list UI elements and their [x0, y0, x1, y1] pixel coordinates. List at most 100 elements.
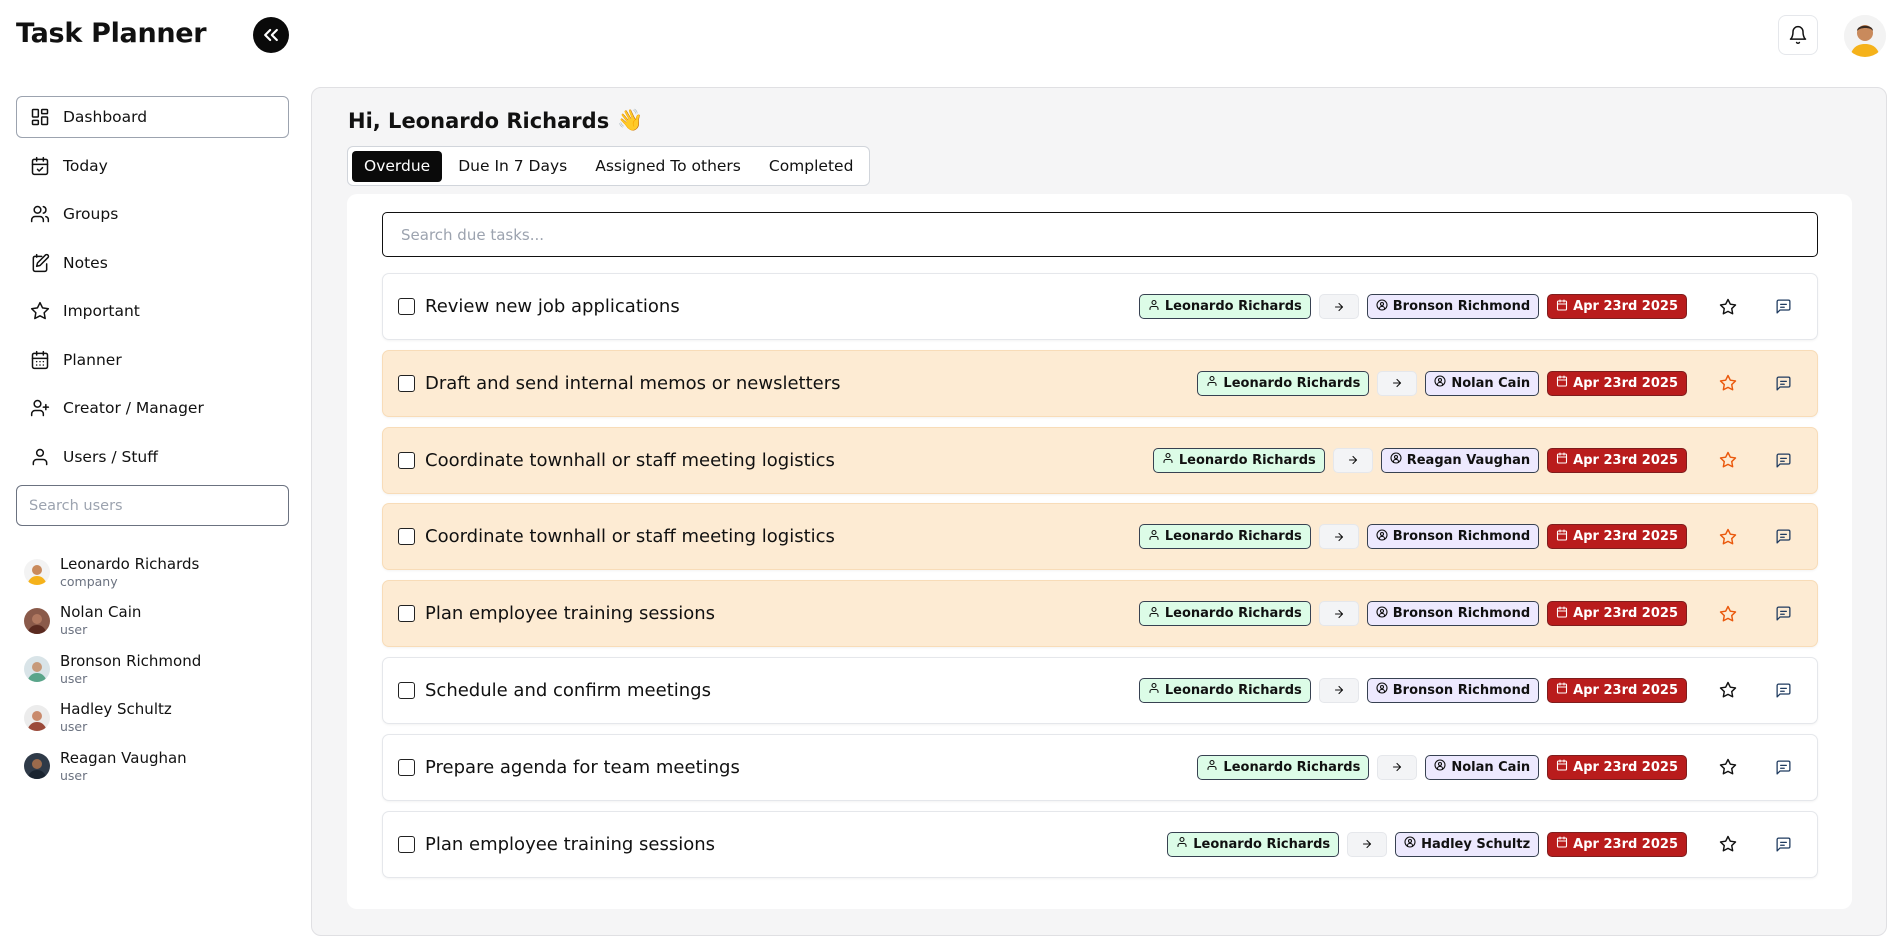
due-date: Apr 23rd 2025: [1573, 606, 1678, 622]
creator-name: Leonardo Richards: [1193, 836, 1331, 852]
task-row[interactable]: Plan employee training sessions Leonardo…: [382, 580, 1818, 648]
task-title: Plan employee training sessions: [425, 833, 716, 855]
star-icon[interactable]: [1717, 526, 1739, 548]
avatar: [24, 607, 50, 634]
collapse-sidebar-button[interactable]: [253, 17, 289, 53]
task-chips: Leonardo Richards Reagan Vaughan Apr 23r…: [1152, 447, 1687, 473]
task-list: Review new job applications Leonardo Ric…: [382, 273, 1818, 887]
comment-icon[interactable]: [1772, 756, 1794, 778]
user-list-item[interactable]: Reagan Vaughan user: [16, 742, 289, 791]
search-users-input[interactable]: [16, 485, 289, 526]
dashboard-icon: [29, 106, 51, 128]
user-list-item[interactable]: Hadley Schultz user: [16, 694, 289, 743]
due-date-chip: Apr 23rd 2025: [1547, 677, 1687, 703]
search-tasks-input[interactable]: [382, 212, 1818, 257]
sidebar-item-notes[interactable]: Notes: [16, 242, 289, 284]
star-icon[interactable]: [1717, 449, 1739, 471]
star-icon[interactable]: [1717, 603, 1739, 625]
task-checkbox[interactable]: [398, 374, 415, 392]
task-row[interactable]: Draft and send internal memos or newslet…: [382, 349, 1818, 417]
sidebar-item-label: Notes: [63, 253, 108, 272]
task-title: Plan employee training sessions: [425, 603, 716, 625]
comment-icon[interactable]: [1772, 526, 1794, 548]
calendar-icon: [1556, 682, 1568, 698]
task-checkbox[interactable]: [398, 835, 415, 853]
main-panel: Hi, Leonardo Richards 👋 Overdue Due In 7 …: [311, 87, 1887, 936]
arrow-right-icon: [1332, 447, 1373, 473]
tab-completed[interactable]: Completed: [757, 151, 866, 182]
user-list-item[interactable]: Bronson Richmond user: [16, 645, 289, 694]
notifications-button[interactable]: [1778, 15, 1818, 55]
user-list-item[interactable]: Leonardo Richards company: [16, 548, 289, 597]
user-role: company: [60, 573, 118, 589]
task-row[interactable]: Review new job applications Leonardo Ric…: [382, 273, 1818, 340]
double-chevron-left-icon: [264, 28, 278, 42]
task-row[interactable]: Coordinate townhall or staff meeting log…: [382, 426, 1818, 494]
calendar-icon: [1556, 375, 1568, 391]
sidebar-item-label: Creator / Manager: [63, 399, 204, 417]
task-title: Coordinate townhall or staff meeting log…: [425, 449, 835, 471]
task-checkbox[interactable]: [398, 451, 415, 469]
user-name: Leonardo Richards: [60, 554, 200, 573]
task-checkbox[interactable]: [398, 681, 415, 699]
task-checkbox[interactable]: [398, 758, 415, 776]
arrow-right-icon: [1318, 294, 1359, 319]
user-name: Bronson Richmond: [60, 651, 202, 670]
sidebar-item-users-stuff[interactable]: Users / Stuff: [16, 436, 289, 478]
waving-hand-icon: 👋: [617, 108, 644, 132]
user-name: Hadley Schultz: [60, 700, 172, 719]
due-date: Apr 23rd 2025: [1573, 375, 1678, 391]
user-role: user: [60, 622, 88, 638]
comment-icon[interactable]: [1772, 833, 1794, 855]
star-icon[interactable]: [1717, 756, 1739, 778]
assignee-name: Nolan Cain: [1451, 759, 1531, 775]
user-list: Leonardo Richards company Nolan Cain use…: [16, 548, 289, 791]
task-checkbox[interactable]: [398, 298, 415, 315]
users-icon: [29, 203, 51, 225]
task-row[interactable]: Schedule and confirm meetings Leonardo R…: [382, 656, 1818, 724]
user-icon: [29, 446, 51, 468]
sidebar-item-important[interactable]: Important: [16, 290, 289, 332]
task-row[interactable]: Plan employee training sessions Leonardo…: [382, 810, 1818, 878]
comment-icon[interactable]: [1772, 603, 1794, 625]
sidebar-item-creator-manager[interactable]: Creator / Manager: [16, 387, 289, 429]
sidebar-item-today[interactable]: Today: [16, 145, 289, 187]
app-title: Task Planner: [16, 18, 207, 49]
calendar-icon: [1556, 529, 1568, 545]
tab-overdue[interactable]: Overdue: [352, 150, 443, 182]
user-list-item[interactable]: Nolan Cain user: [16, 597, 289, 646]
task-checkbox[interactable]: [398, 528, 415, 546]
user-icon: [1148, 299, 1160, 315]
arrow-right-icon: [1377, 754, 1418, 780]
tab-assigned-to-others[interactable]: Assigned To others: [583, 151, 753, 182]
task-checkbox[interactable]: [398, 605, 415, 623]
star-icon[interactable]: [1717, 296, 1739, 318]
assignee-name: Reagan Vaughan: [1406, 452, 1531, 468]
tasks-card: Review new job applications Leonardo Ric…: [347, 194, 1852, 909]
user-icon: [1148, 682, 1160, 698]
comment-icon[interactable]: [1772, 449, 1794, 471]
tab-due-in-7-days[interactable]: Due In 7 Days: [446, 151, 579, 182]
sidebar-item-planner[interactable]: Planner: [16, 339, 289, 381]
creator-chip: Leonardo Richards: [1138, 601, 1311, 627]
arrow-right-icon: [1347, 831, 1388, 857]
sidebar-item-groups[interactable]: Groups: [16, 193, 289, 235]
app-root: Task Planner Dashboard Today Groups Note…: [0, 0, 1898, 941]
arrow-right-icon: [1318, 677, 1359, 703]
star-icon[interactable]: [1717, 833, 1739, 855]
comment-icon[interactable]: [1772, 679, 1794, 701]
star-icon[interactable]: [1717, 372, 1739, 394]
star-icon[interactable]: [1717, 679, 1739, 701]
sidebar-item-dashboard[interactable]: Dashboard: [16, 96, 289, 138]
sidebar-nav: Dashboard Today Groups Notes Important P…: [16, 96, 289, 478]
profile-avatar[interactable]: [1844, 15, 1886, 57]
due-date: Apr 23rd 2025: [1573, 759, 1678, 775]
task-chips: Leonardo Richards Bronson Richmond Apr 2…: [1138, 524, 1687, 550]
comment-icon[interactable]: [1772, 372, 1794, 394]
task-row[interactable]: Prepare agenda for team meetings Leonard…: [382, 733, 1818, 801]
comment-icon[interactable]: [1772, 296, 1794, 318]
task-row[interactable]: Coordinate townhall or staff meeting log…: [382, 503, 1818, 571]
user-role: user: [60, 719, 88, 735]
avatar: [24, 656, 50, 683]
sidebar-item-label: Today: [63, 156, 108, 175]
